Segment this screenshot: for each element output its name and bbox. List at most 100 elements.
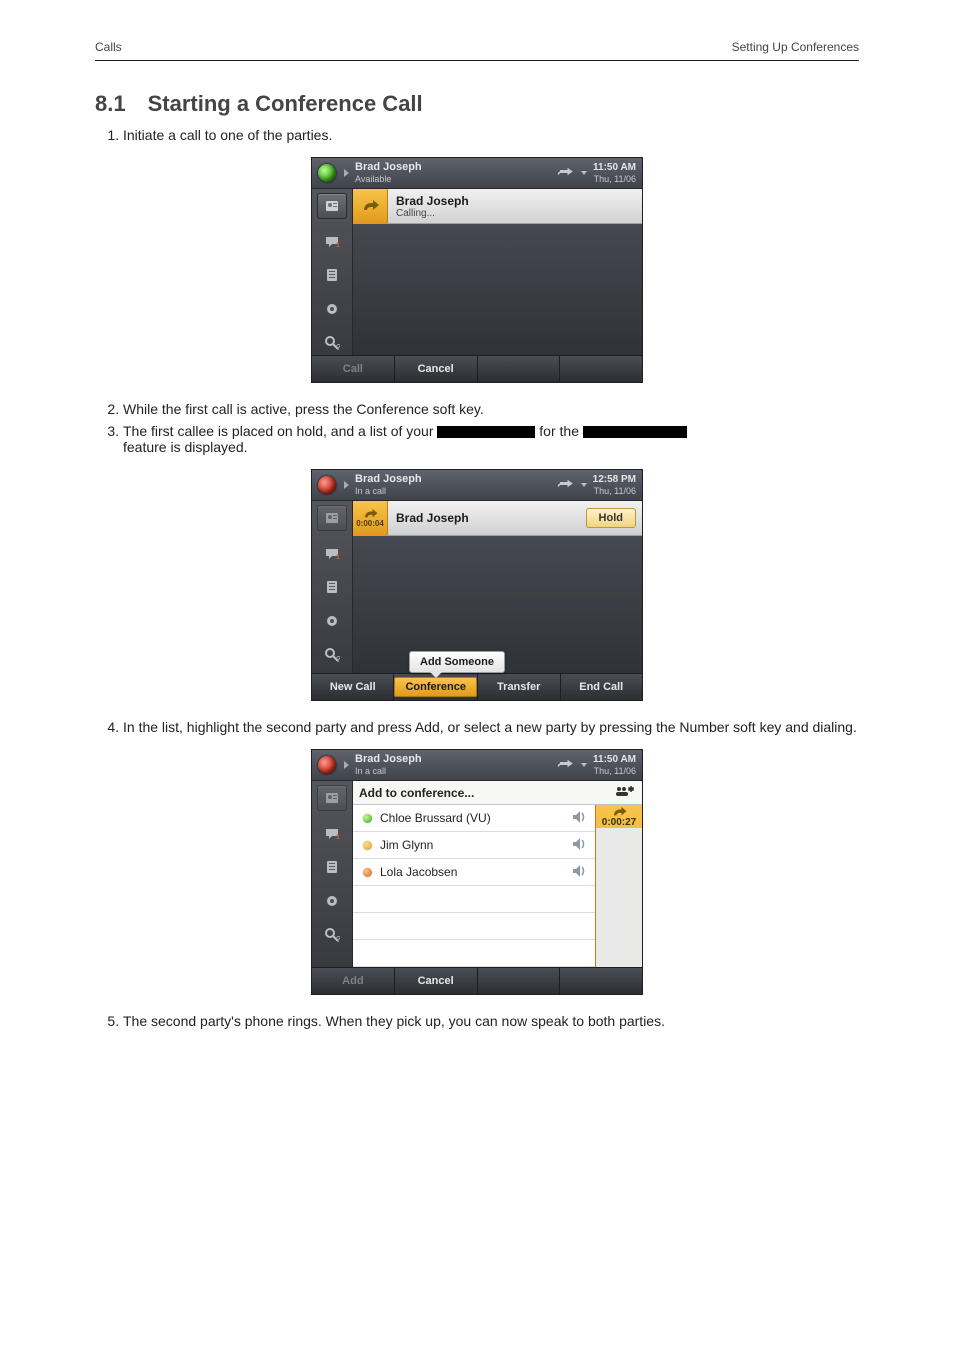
- softkey-slot-4: [560, 356, 642, 382]
- phone-panel-picker: Brad Joseph In a call 11:50 AM Thu, 11/0…: [311, 749, 643, 995]
- svg-text:1: 1: [336, 242, 340, 249]
- phone-panel-calling: Brad Joseph Available 11:50 AM Thu, 11/0…: [311, 157, 643, 383]
- speaker-icon: [571, 810, 595, 827]
- picker-title: Add to conference...: [359, 786, 474, 800]
- softkey-bar: New Call Conference Transfer End Call: [312, 673, 642, 700]
- callee-name: Brad Joseph: [396, 194, 634, 208]
- svg-text:?: ?: [336, 343, 340, 351]
- clock-time: 12:58 PM: [593, 475, 636, 485]
- tooltip-add-someone: Add Someone: [409, 651, 505, 673]
- svg-text:1: 1: [336, 554, 340, 561]
- softkey-call: Call: [312, 356, 395, 382]
- presence-dot-icon: [363, 868, 372, 877]
- contact-row[interactable]: Lola Jacobsen: [353, 859, 595, 886]
- clock-date: Thu, 11/06: [593, 487, 636, 496]
- softkey-cancel[interactable]: Cancel: [395, 356, 478, 382]
- softkey-bar: Call Cancel: [312, 355, 642, 382]
- picker-header: Add to conference...: [353, 781, 642, 805]
- speaker-icon: [571, 864, 595, 881]
- step-4: In the list, highlight the second party …: [123, 719, 859, 735]
- status-user-name: Brad Joseph: [355, 162, 422, 173]
- contact-row-empty: [353, 886, 595, 913]
- voicemail-icon[interactable]: 1: [318, 821, 346, 845]
- svg-text:1: 1: [336, 834, 340, 841]
- section-heading: 8.1 Starting a Conference Call: [95, 91, 859, 117]
- chevron-down-icon[interactable]: [581, 763, 587, 767]
- redacted-box-2: [583, 426, 687, 438]
- side-rail: 1 ?: [312, 781, 353, 967]
- side-rail: 1 ?: [312, 189, 353, 355]
- hold-button[interactable]: Hold: [586, 508, 636, 528]
- contacts-icon[interactable]: [317, 193, 347, 219]
- status-user-status: Available: [355, 175, 422, 184]
- search-icon[interactable]: ?: [318, 331, 346, 355]
- active-call-row[interactable]: 0:00:04 Brad Joseph Hold: [353, 501, 642, 536]
- call-direction-chip: [353, 189, 388, 223]
- contact-list: Chloe Brussard (VU) Jim Glynn Lola Jacobse…: [353, 805, 595, 967]
- call-forward-icon[interactable]: [555, 756, 577, 774]
- search-icon[interactable]: ?: [318, 923, 346, 947]
- calllog-icon[interactable]: [318, 263, 346, 287]
- softkey-add: Add: [312, 968, 395, 994]
- softkey-bar: Add Cancel: [312, 967, 642, 994]
- conference-icon: [614, 784, 636, 801]
- speaker-icon: [571, 837, 595, 854]
- gear-icon[interactable]: [318, 889, 346, 913]
- step-3: The first callee is placed on hold, and …: [123, 423, 859, 455]
- call-forward-icon[interactable]: [555, 164, 577, 182]
- chevron-down-icon[interactable]: [581, 171, 587, 175]
- softkey-endcall[interactable]: End Call: [561, 674, 642, 700]
- chevron-right-icon: [344, 169, 349, 177]
- active-call-row[interactable]: Brad Joseph Calling...: [353, 189, 642, 224]
- softkey-newcall[interactable]: New Call: [312, 674, 394, 700]
- call-timer-column: 0:00:27: [595, 805, 642, 967]
- contacts-icon[interactable]: [317, 785, 347, 811]
- chevron-right-icon: [344, 481, 349, 489]
- picker-timer-value: 0:00:27: [602, 817, 636, 828]
- status-bar: Brad Joseph In a call 12:58 PM Thu, 11/0…: [312, 470, 642, 501]
- gear-icon[interactable]: [318, 609, 346, 633]
- voicemail-icon[interactable]: 1: [318, 229, 346, 253]
- chevron-down-icon[interactable]: [581, 483, 587, 487]
- softkey-slot-3: [478, 968, 561, 994]
- step-5: The second party's phone rings. When the…: [123, 1013, 859, 1029]
- status-user-status: In a call: [355, 487, 422, 496]
- header-left: Calls: [95, 40, 122, 54]
- softkey-cancel[interactable]: Cancel: [395, 968, 478, 994]
- search-icon[interactable]: ?: [318, 643, 346, 667]
- status-user-name: Brad Joseph: [355, 474, 422, 485]
- status-bar: Brad Joseph Available 11:50 AM Thu, 11/0…: [312, 158, 642, 189]
- contact-row-empty: [353, 913, 595, 940]
- contacts-icon[interactable]: [317, 505, 347, 531]
- clock-date: Thu, 11/06: [593, 175, 636, 184]
- voicemail-icon[interactable]: 1: [318, 541, 346, 565]
- section-title: Starting a Conference Call: [148, 91, 423, 117]
- redacted-box-1: [437, 426, 535, 438]
- status-user-name: Brad Joseph: [355, 754, 422, 765]
- call-timer-chip: 0:00:04: [353, 501, 388, 535]
- contact-row[interactable]: Chloe Brussard (VU): [353, 805, 595, 832]
- chevron-right-icon: [344, 761, 349, 769]
- header-right: Setting Up Conferences: [732, 40, 859, 54]
- contact-row[interactable]: Jim Glynn: [353, 832, 595, 859]
- calllog-icon[interactable]: [318, 855, 346, 879]
- status-user-status: In a call: [355, 767, 422, 776]
- presence-indicator: [318, 756, 336, 774]
- presence-indicator: [318, 164, 336, 182]
- phone-panel-in-call: Brad Joseph In a call 12:58 PM Thu, 11/0…: [311, 469, 643, 701]
- contact-name: Jim Glynn: [380, 838, 433, 852]
- callee-status: Calling...: [396, 208, 634, 219]
- step-1: Initiate a call to one of the parties.: [123, 127, 859, 143]
- call-forward-icon[interactable]: [555, 476, 577, 494]
- contact-name: Chloe Brussard (VU): [380, 811, 491, 825]
- clock-date: Thu, 11/06: [593, 767, 636, 776]
- calllog-icon[interactable]: [318, 575, 346, 599]
- callee-name: Brad Joseph: [396, 511, 578, 525]
- presence-dot-icon: [363, 814, 372, 823]
- softkey-slot-3: [478, 356, 561, 382]
- softkey-transfer[interactable]: Transfer: [478, 674, 560, 700]
- clock-time: 11:50 AM: [593, 755, 636, 765]
- presence-dot-icon: [363, 841, 372, 850]
- gear-icon[interactable]: [318, 297, 346, 321]
- call-timer-value: 0:00:04: [356, 519, 384, 528]
